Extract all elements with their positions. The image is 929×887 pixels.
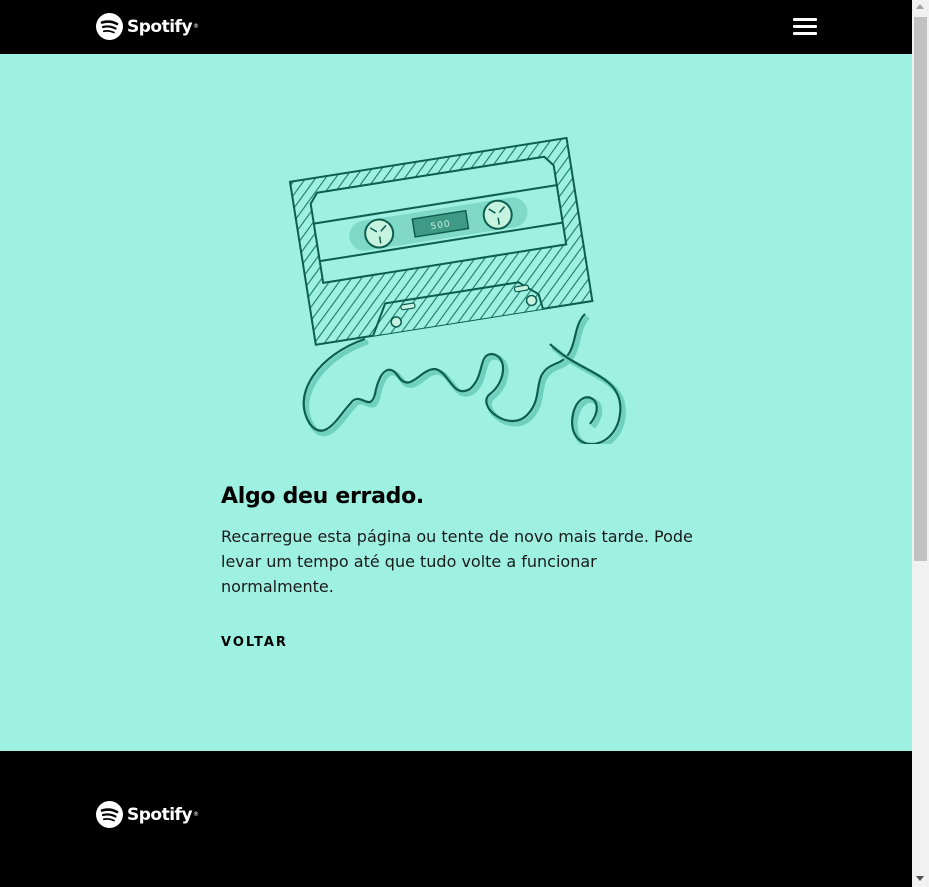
scroll-down-arrow-icon[interactable] — [916, 876, 924, 881]
broken-cassette-tape-illustration: 500 — [288, 136, 626, 444]
error-message-block: Algo deu errado. Recarregue esta página … — [221, 484, 701, 650]
page-footer: Spotify ® — [0, 751, 912, 887]
spotify-circle-icon — [96, 13, 123, 40]
page-viewport: Spotify ® 500 Algo deu errado. Recarregu… — [0, 0, 912, 887]
error-title: Algo deu errado. — [221, 484, 424, 509]
trademark-symbol: ® — [193, 23, 200, 30]
hamburger-menu-icon[interactable] — [793, 17, 817, 37]
footer-spotify-logo[interactable]: Spotify ® — [96, 801, 199, 828]
footer-spotify-wordmark: Spotify — [127, 804, 193, 825]
spotify-circle-icon — [96, 801, 123, 828]
error-page-main: 500 Algo deu errado. Recarregue esta pág… — [0, 54, 912, 751]
spotify-logo[interactable]: Spotify ® — [96, 13, 199, 40]
top-navigation-bar: Spotify ® — [0, 0, 912, 54]
scrollbar-thumb[interactable] — [914, 17, 927, 561]
error-description: Recarregue esta página ou tente de novo … — [221, 527, 693, 596]
trademark-symbol: ® — [193, 811, 200, 818]
spotify-wordmark: Spotify — [127, 16, 193, 37]
vertical-scrollbar[interactable] — [912, 0, 929, 887]
scroll-up-arrow-icon[interactable] — [916, 4, 924, 9]
back-link[interactable]: VOLTAR — [221, 635, 288, 650]
